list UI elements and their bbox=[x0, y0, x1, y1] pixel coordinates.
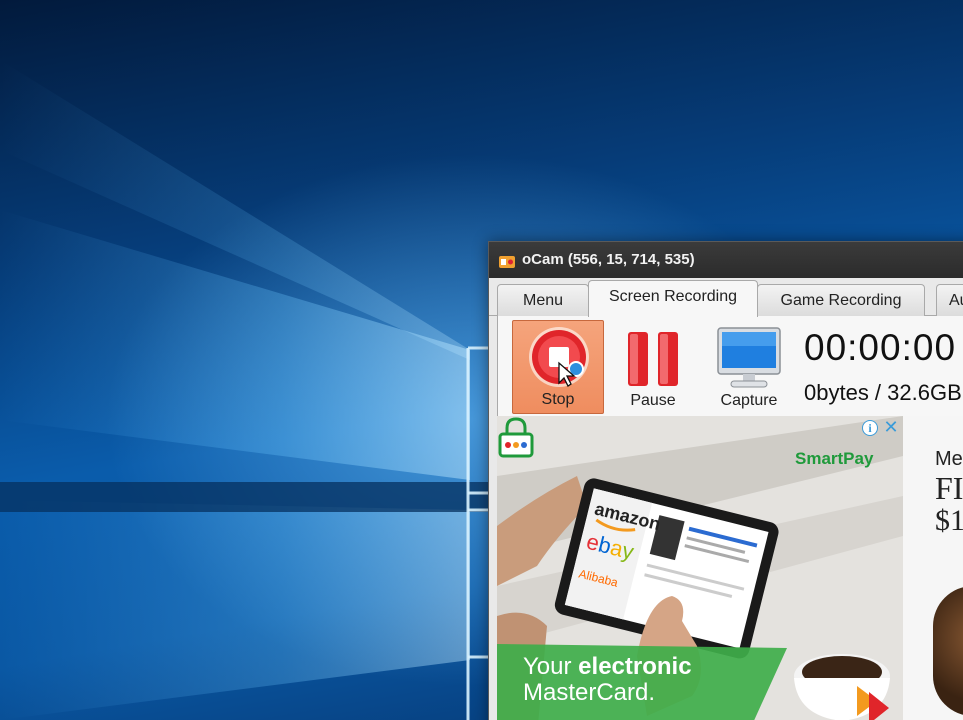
ad-area: amazon ebay Alibaba SmartPay i ✕ Your el… bbox=[497, 416, 963, 720]
record-stop-icon bbox=[529, 327, 589, 387]
app-icon bbox=[499, 256, 515, 268]
ad-side-panel[interactable]: Me FI $1 bbox=[903, 416, 963, 720]
tab-bar: Menu Screen Recording Game Recording Au bbox=[489, 278, 963, 317]
capture-button[interactable]: Capture bbox=[703, 320, 795, 414]
pause-icon bbox=[628, 332, 678, 386]
recording-timer: 00:00:00 bbox=[804, 327, 957, 368]
tab-audio-recording[interactable]: Au bbox=[936, 284, 963, 316]
close-icon[interactable]: ✕ bbox=[882, 418, 900, 436]
side-ad-line1: Me bbox=[935, 448, 963, 470]
stop-label: Stop bbox=[541, 391, 575, 408]
tab-menu[interactable]: Menu bbox=[497, 284, 589, 316]
ocam-window[interactable]: oCam (556, 15, 714, 535) Menu Screen Rec… bbox=[488, 241, 963, 720]
side-ad-line3: $1 bbox=[935, 504, 963, 537]
side-ad-line2: FI bbox=[935, 470, 963, 506]
ad-brand: SmartPay bbox=[795, 449, 874, 468]
recording-size: 0bytes / 32.6GB bbox=[804, 380, 962, 405]
slogan-plain: Your bbox=[523, 653, 579, 680]
recording-toolbar: Stop Pause Capture 00:00:00 0bytes / 32.… bbox=[497, 316, 963, 416]
window-title: oCam (556, 15, 714, 535) bbox=[522, 251, 695, 268]
tab-screen-recording[interactable]: Screen Recording bbox=[588, 280, 758, 317]
lock-icon bbox=[498, 417, 534, 458]
tab-game-recording[interactable]: Game Recording bbox=[757, 284, 925, 316]
info-icon[interactable]: i bbox=[862, 420, 878, 436]
side-ad-product bbox=[933, 586, 963, 716]
stop-button[interactable]: Stop bbox=[512, 320, 604, 414]
title-bar[interactable]: oCam (556, 15, 714, 535) bbox=[489, 242, 963, 278]
pause-label: Pause bbox=[630, 392, 676, 409]
capture-label: Capture bbox=[720, 392, 778, 409]
monitor-icon bbox=[717, 327, 781, 388]
pause-button[interactable]: Pause bbox=[607, 320, 699, 414]
slogan-line2: MasterCard. bbox=[523, 679, 656, 706]
slogan-bold: electronic bbox=[578, 653, 692, 680]
ad-banner[interactable]: amazon ebay Alibaba SmartPay i ✕ Your el… bbox=[497, 416, 903, 720]
ad-slogan: Your electronic MasterCard. bbox=[523, 654, 692, 706]
